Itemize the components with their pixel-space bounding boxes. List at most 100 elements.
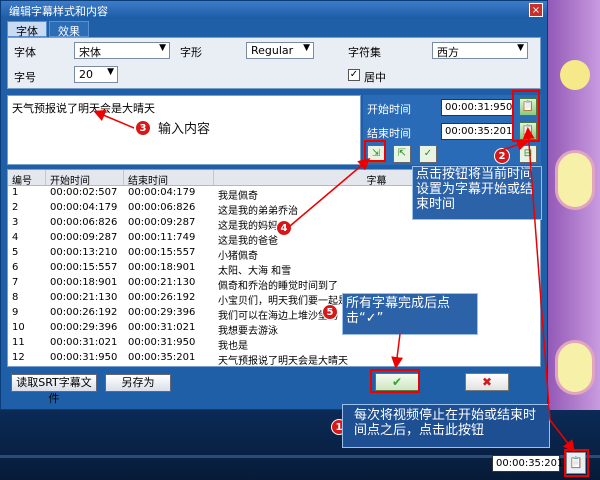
- style-select[interactable]: Regular ▼: [246, 42, 314, 59]
- delete-subtitle-button[interactable]: ⊟: [519, 145, 537, 163]
- table-row[interactable]: 5 00:00:13:210 00:00:15:557 小猪佩奇: [8, 246, 540, 261]
- table-row[interactable]: 12 00:00:31:950 00:00:35:201 天气预报说了明天会是大晴天: [8, 351, 540, 366]
- row-index: 7: [12, 277, 19, 288]
- chevron-down-icon: ▼: [303, 43, 310, 53]
- end-time-label: 结束时间: [367, 127, 411, 140]
- row-start-time: 00:00:06:826: [50, 217, 118, 228]
- row-end-time: 00:00:15:557: [128, 247, 196, 258]
- confirm-subtitle-button[interactable]: ✓: [419, 145, 437, 163]
- replace-row-icon: ⇱: [397, 148, 407, 159]
- save-as-button[interactable]: 另存为: [105, 374, 171, 392]
- row-start-time: 00:00:13:210: [50, 247, 118, 258]
- row-start-time: 00:00:18:901: [50, 277, 118, 288]
- row-subtitle: 天气预报说了明天会是大晴天: [218, 356, 348, 366]
- row-start-time: 00:00:02:507: [50, 187, 118, 198]
- row-index: 12: [12, 352, 25, 363]
- size-label: 字号: [14, 71, 36, 84]
- row-start-time: 00:00:26:192: [50, 307, 118, 318]
- row-subtitle: 小猪佩奇: [218, 251, 258, 261]
- center-checkbox[interactable]: ✓: [348, 69, 360, 81]
- player-time-display: 00:00:35:201: [492, 455, 563, 472]
- row-end-time: 00:00:21:130: [128, 277, 196, 288]
- row-end-time: 00:00:11:749: [128, 232, 196, 243]
- step-1-note: 每次将视频停止在开始或结束时间点之后，点击此按钮: [354, 408, 537, 438]
- row-end-time: 00:00:29:396: [128, 307, 196, 318]
- step-badge: 2: [494, 148, 510, 164]
- row-start-time: 00:00:15:557: [50, 262, 118, 273]
- background-decoration: [555, 150, 595, 210]
- chevron-down-icon: ▼: [107, 67, 114, 77]
- end-time-field[interactable]: 00:00:35:201: [441, 123, 513, 140]
- column-header-index[interactable]: 编号: [8, 170, 46, 187]
- chevron-down-icon: ▼: [159, 43, 166, 53]
- row-end-time: 00:00:26:192: [128, 292, 196, 303]
- row-subtitle: 佩奇和乔治的睡觉时间到了: [218, 281, 338, 291]
- row-subtitle: 我也是: [218, 341, 248, 351]
- row-index: 4: [12, 232, 19, 243]
- cross-icon: ✖: [481, 375, 493, 389]
- highlight-box: [370, 369, 420, 393]
- start-time-field[interactable]: 00:00:31:950: [441, 99, 513, 116]
- row-end-time: 00:00:31:021: [128, 322, 196, 333]
- size-select[interactable]: 20 ▼: [74, 66, 118, 83]
- row-end-time: 00:00:31:950: [128, 337, 196, 348]
- dialog-title: 编辑字幕样式和内容: [1, 1, 547, 19]
- check-row-icon: ✓: [423, 148, 433, 159]
- row-index: 9: [12, 307, 19, 318]
- size-select-value: 20: [79, 68, 93, 81]
- highlight-box: [364, 140, 386, 162]
- table-row[interactable]: 11 00:00:31:021 00:00:31:950 我也是: [8, 336, 540, 351]
- row-subtitle: 太阳、大海 和雪: [218, 266, 292, 276]
- row-index: 10: [12, 322, 25, 333]
- step-badge: 4: [276, 220, 292, 236]
- row-start-time: 00:00:09:287: [50, 232, 118, 243]
- center-label: 居中: [364, 71, 386, 84]
- highlight-box: [512, 90, 540, 142]
- table-row[interactable]: 7 00:00:18:901 00:00:21:130 佩奇和乔治的睡觉时间到了: [8, 276, 540, 291]
- row-end-time: 00:00:04:179: [128, 187, 196, 198]
- row-end-time: 00:00:06:826: [128, 202, 196, 213]
- background-decoration: [560, 60, 590, 90]
- background-decoration: [555, 340, 595, 395]
- row-index: 1: [12, 187, 19, 198]
- table-row[interactable]: 4 00:00:09:287 00:00:11:749 这是我的爸爸: [8, 231, 540, 246]
- row-index: 3: [12, 217, 19, 228]
- row-start-time: 00:00:04:179: [50, 202, 118, 213]
- charset-label: 字符集: [348, 46, 381, 59]
- column-header-end[interactable]: 结束时间: [124, 170, 214, 187]
- row-subtitle: 这是我的爸爸: [218, 236, 278, 246]
- subtitle-text-value: 天气预报说了明天会是大晴天: [12, 102, 155, 115]
- start-time-label: 开始时间: [367, 103, 411, 116]
- charset-select[interactable]: 西方 ▼: [432, 42, 528, 59]
- font-properties-panel: 字体 宋体 ▼ 字形 Regular ▼ 字符集 西方 ▼ 字号 20 ▼ ✓ 居中: [7, 37, 541, 89]
- row-end-time: 00:00:35:201: [128, 352, 196, 363]
- row-end-time: 00:00:18:901: [128, 262, 196, 273]
- row-index: 8: [12, 292, 19, 303]
- row-end-time: 00:00:09:287: [128, 217, 196, 228]
- tab-font[interactable]: 字体: [7, 21, 47, 38]
- row-start-time: 00:00:31:021: [50, 337, 118, 348]
- font-select-value: 宋体: [79, 46, 101, 59]
- close-button[interactable]: ×: [529, 3, 543, 17]
- read-srt-button[interactable]: 读取SRT字幕文件: [11, 374, 97, 405]
- font-label: 字体: [14, 46, 36, 59]
- font-select[interactable]: 宋体 ▼: [74, 42, 170, 59]
- row-index: 11: [12, 337, 25, 348]
- row-start-time: 00:00:31:950: [50, 352, 118, 363]
- replace-subtitle-button[interactable]: ⇱: [393, 145, 411, 163]
- tab-bar: 字体 效果: [7, 21, 91, 38]
- tab-effects[interactable]: 效果: [49, 21, 89, 38]
- column-header-start[interactable]: 开始时间: [46, 170, 124, 187]
- highlight-box: [564, 449, 589, 477]
- row-start-time: 00:00:29:396: [50, 322, 118, 333]
- cancel-button[interactable]: ✖: [465, 373, 509, 391]
- row-index: 5: [12, 247, 19, 258]
- step-3-note: 输入内容: [158, 122, 211, 137]
- step-2-note: 点击按钮将当前时间设置为字幕开始或结束时间: [416, 167, 534, 212]
- row-index: 6: [12, 262, 19, 273]
- charset-select-value: 西方: [437, 46, 459, 59]
- step-5-note: 所有字幕完成后点击“✓”: [346, 296, 451, 326]
- step-badge: 5: [322, 304, 338, 320]
- row-index: 2: [12, 202, 19, 213]
- table-row[interactable]: 6 00:00:15:557 00:00:18:901 太阳、大海 和雪: [8, 261, 540, 276]
